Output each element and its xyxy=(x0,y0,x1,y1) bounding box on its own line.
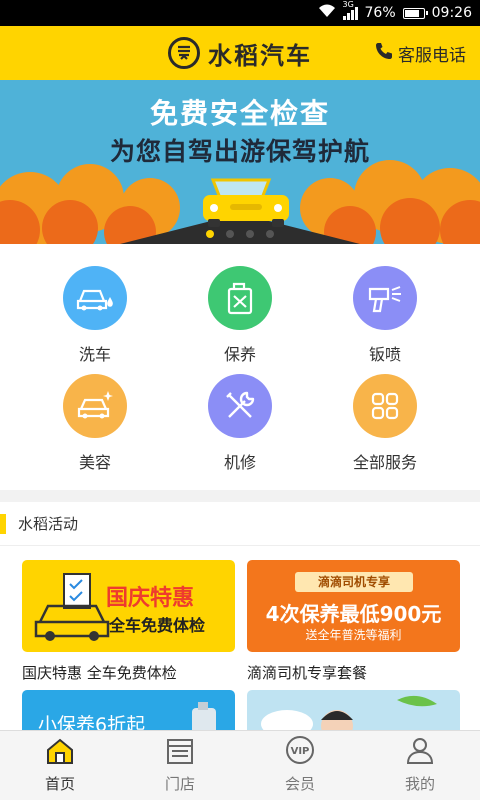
wrench-icon xyxy=(208,374,272,438)
network-type: 3G xyxy=(342,0,354,9)
service-maintenance[interactable]: 保养 xyxy=(175,266,305,365)
promo-headline: 国庆特惠 xyxy=(106,586,195,611)
service-beauty[interactable]: 美容 xyxy=(30,374,160,473)
promo-tag: 滴滴司机专享 xyxy=(295,572,413,592)
service-label: 机修 xyxy=(223,453,256,472)
clock: 09:26 xyxy=(431,5,472,21)
didi-promo-image: 滴滴司机专享 4次保养最低900元 送全年普洗等福利 xyxy=(247,560,460,652)
section-accent-bar xyxy=(0,513,6,534)
promo-subline: 全车免费体检 xyxy=(109,616,206,635)
bottom-tab-bar: 首页 门店 VIP 会员 我的 xyxy=(0,730,480,800)
service-label: 钣喷 xyxy=(368,345,401,364)
activities-section: 水稻活动 国庆特惠 全车免费体检 国庆特惠 全车免费体检 滴滴司机专享 4次保养… xyxy=(0,502,480,782)
national-day-promo-image: 国庆特惠 全车免费体检 xyxy=(22,560,235,652)
tab-label: 会员 xyxy=(284,775,315,793)
service-car-wash[interactable]: 洗车 xyxy=(30,266,160,365)
activity-card-national-day[interactable]: 国庆特惠 全车免费体检 国庆特惠 全车免费体检 xyxy=(22,560,235,683)
promo-headline: 4次保养最低900元 xyxy=(265,602,442,626)
battery-icon xyxy=(402,7,428,19)
activity-card-label: 滴滴司机专享套餐 xyxy=(247,664,368,682)
app-header: 水稻汽车 客服电话 xyxy=(0,26,480,80)
tab-profile[interactable]: 我的 xyxy=(360,731,480,800)
banner-page-dot[interactable] xyxy=(246,230,254,238)
banner-page-dot[interactable] xyxy=(206,230,214,238)
profile-icon xyxy=(405,735,435,769)
service-repair[interactable]: 机修 xyxy=(175,374,305,473)
brand: 水稻汽车 xyxy=(168,36,312,71)
store-icon xyxy=(165,737,195,769)
signal-icon: 3G xyxy=(342,0,358,20)
app-screen: 3G 76% 09:26 水稻汽车 客服电话 免费安全检查 为您自驾出游保驾护航… xyxy=(0,0,480,800)
car-sparkle-icon xyxy=(63,374,127,438)
service-all[interactable]: 全部服务 xyxy=(320,374,450,473)
tab-label: 首页 xyxy=(44,775,75,793)
activity-card-didi[interactable]: 滴滴司机专享 4次保养最低900元 送全年普洗等福利 滴滴司机专享套餐 xyxy=(247,560,460,683)
svg-text:VIP: VIP xyxy=(291,746,310,757)
tab-home[interactable]: 首页 xyxy=(0,731,120,800)
banner-subtitle: 为您自驾出游保驾护航 xyxy=(109,137,370,166)
wifi-icon xyxy=(318,4,336,22)
tab-label: 我的 xyxy=(404,775,435,793)
customer-service-button[interactable]: 客服电话 xyxy=(374,26,466,80)
banner-pagination xyxy=(0,230,480,238)
service-label: 保养 xyxy=(223,345,256,364)
activity-card-label: 国庆特惠 全车免费体检 xyxy=(22,664,177,682)
service-label: 美容 xyxy=(78,453,111,472)
status-bar: 3G 76% 09:26 xyxy=(0,0,480,26)
home-icon xyxy=(45,737,75,769)
promo-banner[interactable]: 免费安全检查 为您自驾出游保驾护航 xyxy=(0,80,480,244)
banner-page-dot[interactable] xyxy=(226,230,234,238)
phone-icon xyxy=(374,41,394,66)
tab-membership[interactable]: VIP 会员 xyxy=(240,731,360,800)
activities-header: 水稻活动 xyxy=(0,502,480,546)
tab-label: 门店 xyxy=(164,775,195,793)
banner-page-dot[interactable] xyxy=(266,230,274,238)
activities-title: 水稻活动 xyxy=(18,515,79,533)
service-paint-spray[interactable]: 钣喷 xyxy=(320,266,450,365)
app-title: 水稻汽车 xyxy=(208,41,312,70)
banner-title: 免费安全检查 xyxy=(149,97,330,130)
service-grid: 洗车 保养 钣喷 美容 机修 全部服务 xyxy=(0,244,480,490)
car-wash-icon xyxy=(63,266,127,330)
customer-service-label: 客服电话 xyxy=(398,45,466,66)
vip-icon: VIP xyxy=(285,735,315,769)
grid-icon xyxy=(353,374,417,438)
service-label: 全部服务 xyxy=(352,453,417,472)
brand-logo-icon xyxy=(168,37,200,69)
spray-gun-icon xyxy=(353,266,417,330)
tab-stores[interactable]: 门店 xyxy=(120,731,240,800)
battery-percent: 76% xyxy=(364,5,396,21)
promo-subline: 送全年普洗等福利 xyxy=(305,628,402,642)
oil-can-icon xyxy=(208,266,272,330)
service-label: 洗车 xyxy=(78,345,111,364)
